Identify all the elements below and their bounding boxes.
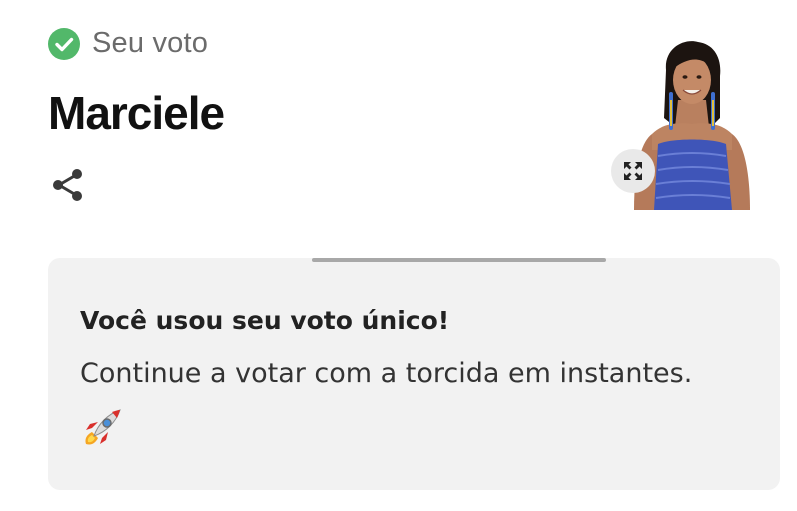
vote-confirmation-card: Você usou seu voto único! Continue a vot… xyxy=(48,258,780,490)
share-button[interactable] xyxy=(49,166,87,204)
expand-photo-button[interactable] xyxy=(611,149,655,193)
share-icon xyxy=(53,169,82,201)
expand-icon xyxy=(624,162,642,180)
check-circle-icon xyxy=(48,27,80,60)
card-title: Você usou seu voto único! xyxy=(80,306,450,335)
candidate-name: Marciele xyxy=(48,87,225,139)
card-message: Continue a votar com a torcida em instan… xyxy=(80,358,693,389)
card-drag-handle[interactable] xyxy=(312,258,606,262)
vote-status: Seu voto xyxy=(48,27,208,60)
vote-status-label: Seu voto xyxy=(92,27,209,59)
rocket-icon xyxy=(80,408,122,450)
